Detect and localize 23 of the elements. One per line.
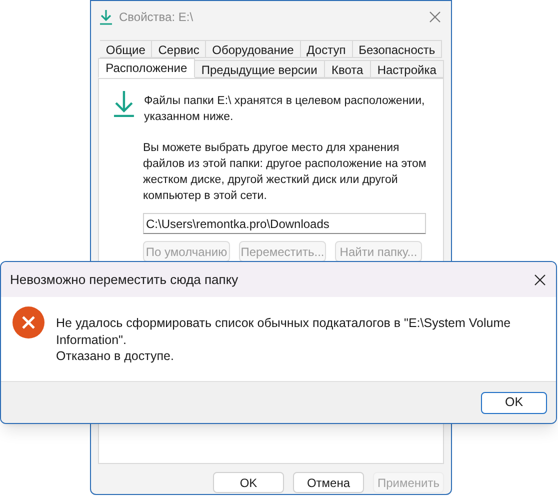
dialog-title: Невозможно переместить сюда папку: [10, 270, 240, 289]
ok-button[interactable]: OK: [481, 392, 547, 414]
tab[interactable]: Безопасность: [352, 40, 442, 58]
info-text: Файлы папки E:\ хранятся в целевом расположении, указанном ниже.: [144, 94, 426, 125]
description-text: Вы можете выбрать другое место для хранения файлов из этой папки: другое расположение на этом жестком диске, другой жесткий диск или другой компьютер в этой сети.: [143, 141, 428, 204]
tab[interactable]: Общие: [100, 40, 152, 58]
dialog-button[interactable]: Отмена: [293, 472, 364, 493]
path-input-field[interactable]: C:\Users\remontka.pro\Downloads: [143, 213, 426, 234]
window-title: Свойства: E:\: [119, 9, 194, 26]
tab[interactable]: Квота: [324, 60, 371, 78]
error-icon: [12, 306, 45, 339]
close-icon[interactable]: [534, 274, 546, 286]
error-message: Отказано в доступе.: [56, 348, 175, 364]
tab[interactable]: Оборудование: [206, 40, 301, 58]
tab[interactable]: Доступ: [300, 40, 353, 58]
download-arrow-icon: [113, 90, 135, 117]
tab[interactable]: Расположение: [98, 58, 195, 78]
tab[interactable]: Сервис: [152, 40, 206, 58]
download-arrow-icon: [99, 9, 113, 25]
dialog-button[interactable]: OK: [213, 472, 284, 493]
tab[interactable]: Предыдущие версии: [194, 60, 325, 78]
tab[interactable]: Настройка: [370, 60, 444, 78]
error-message: Не удалось сформировать список обычных подкаталогов в "E:\System Volume Information".: [56, 315, 512, 348]
